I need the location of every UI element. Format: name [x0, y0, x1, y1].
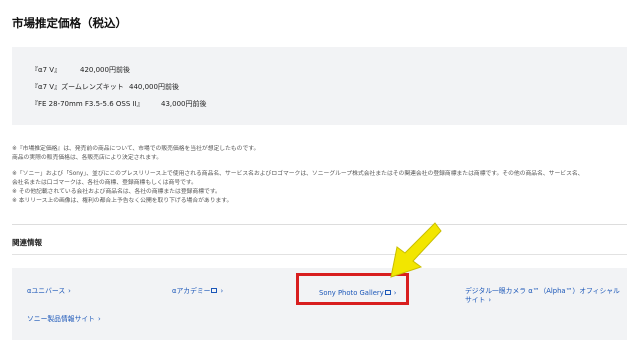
price-row: 『FE 28-70mm F3.5-5.6 OSS II』 43,000円前後	[31, 99, 207, 109]
link-sony-products[interactable]: ソニー製品情報サイト ›	[27, 315, 101, 324]
chevron-right-icon: ›	[220, 287, 224, 295]
arrow-shape	[390, 222, 442, 278]
related-divider	[12, 254, 627, 255]
arrow-icon	[390, 222, 442, 278]
link-alpha-official-site[interactable]: デジタル一眼カメラ α™（Alpha™）オフィシャル サイト ›	[465, 287, 620, 305]
link-alpha-universe[interactable]: αユニバース ›	[27, 287, 71, 296]
chevron-right-icon: ›	[488, 296, 492, 304]
chevron-right-icon: ›	[68, 287, 71, 295]
note-line: ※『市場推定価格』は、発売前の商品について、市場での販売価格を当社が想定したもの…	[12, 146, 260, 152]
price-row: 『α7 V』ズームレンズキット 440,000円前後	[31, 82, 179, 92]
divider	[12, 224, 627, 225]
note-line: 商品の実際の販売価格は、各販売店により決定されます。	[12, 155, 163, 161]
link-label: αアカデミー	[172, 287, 211, 295]
note-line: 会社名または口ゴマークは、各社の商標、登録商標もしくは商号です。	[12, 180, 197, 186]
chevron-right-icon: ›	[97, 315, 101, 323]
price-value: 43,000円前後	[161, 100, 207, 108]
section-title: 市場推定価格（税込）	[12, 16, 127, 30]
link-label: サイト	[465, 296, 486, 304]
price-name: 『FE 28-70mm F3.5-5.6 OSS II』	[31, 100, 144, 108]
price-row: 『α7 V』 420,000円前後	[31, 65, 130, 75]
link-alpha-academy[interactable]: αアカデミー ›	[172, 287, 223, 296]
price-name: 『α7 V』ズームレンズキット	[31, 83, 124, 91]
price-value: 420,000円前後	[80, 66, 130, 74]
link-label: αユニバース	[27, 287, 66, 295]
price-box: 『α7 V』 420,000円前後 『α7 V』ズームレンズキット 440,00…	[12, 47, 627, 125]
note-line: ※ その他記載されている会社および商品名は、各社の商標または登録商標です。	[12, 189, 221, 195]
note-line: ※ 本リリース上の画像は、権利の都合上予告なく公開を取り下げる場合があります。	[12, 198, 233, 204]
related-title: 関連情報	[12, 238, 42, 247]
link-label: デジタル一眼カメラ α™（Alpha™）オフィシャル	[465, 287, 620, 295]
price-value: 440,000円前後	[129, 83, 179, 91]
external-link-icon	[211, 288, 218, 293]
note-line: ※「ソニー」および「Sony」、並びにこのプレスリリース上で使用される商品名、サ…	[12, 171, 584, 177]
price-name: 『α7 V』	[31, 66, 62, 74]
link-label: ソニー製品情報サイト	[27, 315, 95, 323]
